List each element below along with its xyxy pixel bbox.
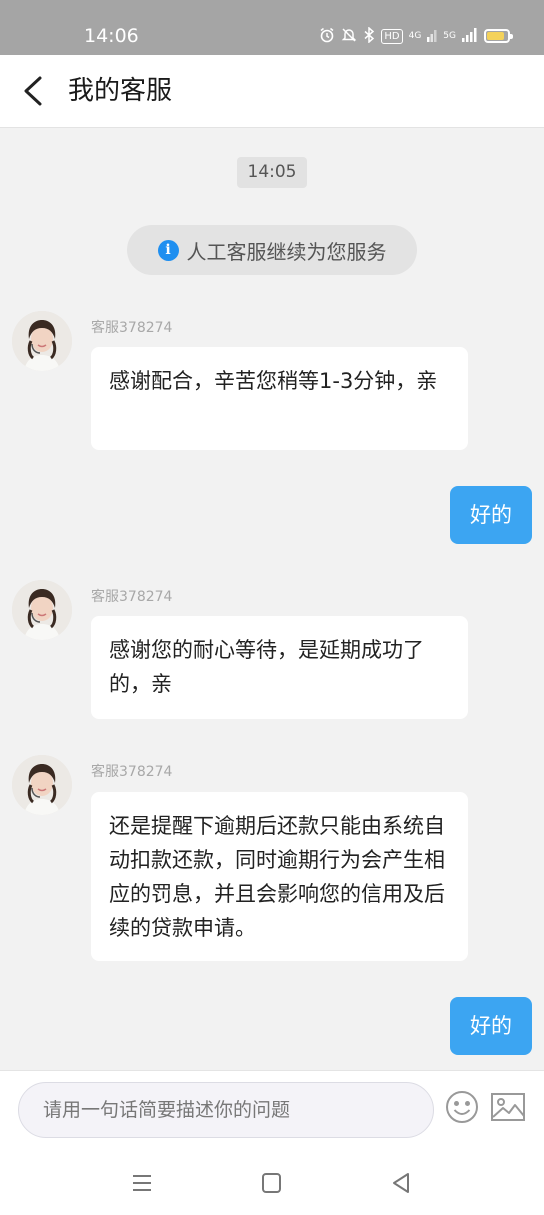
agent-message-bubble: 感谢配合，辛苦您稍等1-3分钟，亲 <box>91 347 468 450</box>
message-input[interactable] <box>18 1082 434 1138</box>
agent-name: 客服378274 <box>91 589 173 605</box>
agent-avatar[interactable] <box>12 311 72 371</box>
home-icon[interactable] <box>256 1168 286 1198</box>
menu-icon[interactable] <box>127 1168 157 1198</box>
header: 我的客服 <box>0 55 544 128</box>
battery-fill <box>487 32 504 40</box>
status-time: 14:06 <box>84 25 139 47</box>
system-notice: i 人工客服继续为您服务 <box>127 225 417 275</box>
mute-bell-icon <box>341 27 357 46</box>
agent-name: 客服378274 <box>91 320 173 336</box>
status-bar: 14:06 HD 4G 5G <box>0 0 544 55</box>
alarm-icon <box>319 27 335 46</box>
battery-icon <box>484 29 513 43</box>
info-icon: i <box>157 239 179 261</box>
page-title: 我的客服 <box>68 76 173 106</box>
network-5g-label: 5G <box>443 31 456 41</box>
agent-message-bubble: 还是提醒下逾期后还款只能由系统自动扣款还款，同时逾期行为会产生相应的罚息，并且会… <box>91 792 468 961</box>
status-icons: HD 4G 5G <box>319 24 513 48</box>
back-arrow-icon[interactable] <box>18 73 52 109</box>
network-4g-label: 4G <box>408 31 422 41</box>
agent-name: 客服378274 <box>91 764 173 780</box>
chat-timestamp: 14:05 <box>237 157 307 188</box>
system-notice-text: 人工客服继续为您服务 <box>186 239 387 264</box>
signal-icon <box>427 28 437 45</box>
hd-badge: HD <box>381 28 403 44</box>
back-triangle-icon[interactable] <box>386 1168 416 1198</box>
input-bar <box>0 1070 544 1150</box>
agent-avatar[interactable] <box>12 755 72 815</box>
emoji-icon[interactable] <box>445 1090 479 1124</box>
user-message-bubble: 好的 <box>450 997 532 1055</box>
user-message-bubble: 好的 <box>450 486 532 544</box>
agent-message-bubble: 感谢您的耐心等待，是延期成功了的，亲 <box>91 616 468 719</box>
image-icon[interactable] <box>490 1092 526 1122</box>
nav-bar <box>0 1150 544 1215</box>
agent-avatar[interactable] <box>12 580 72 640</box>
bluetooth-icon <box>363 25 375 46</box>
signal-strong-icon <box>462 27 478 45</box>
